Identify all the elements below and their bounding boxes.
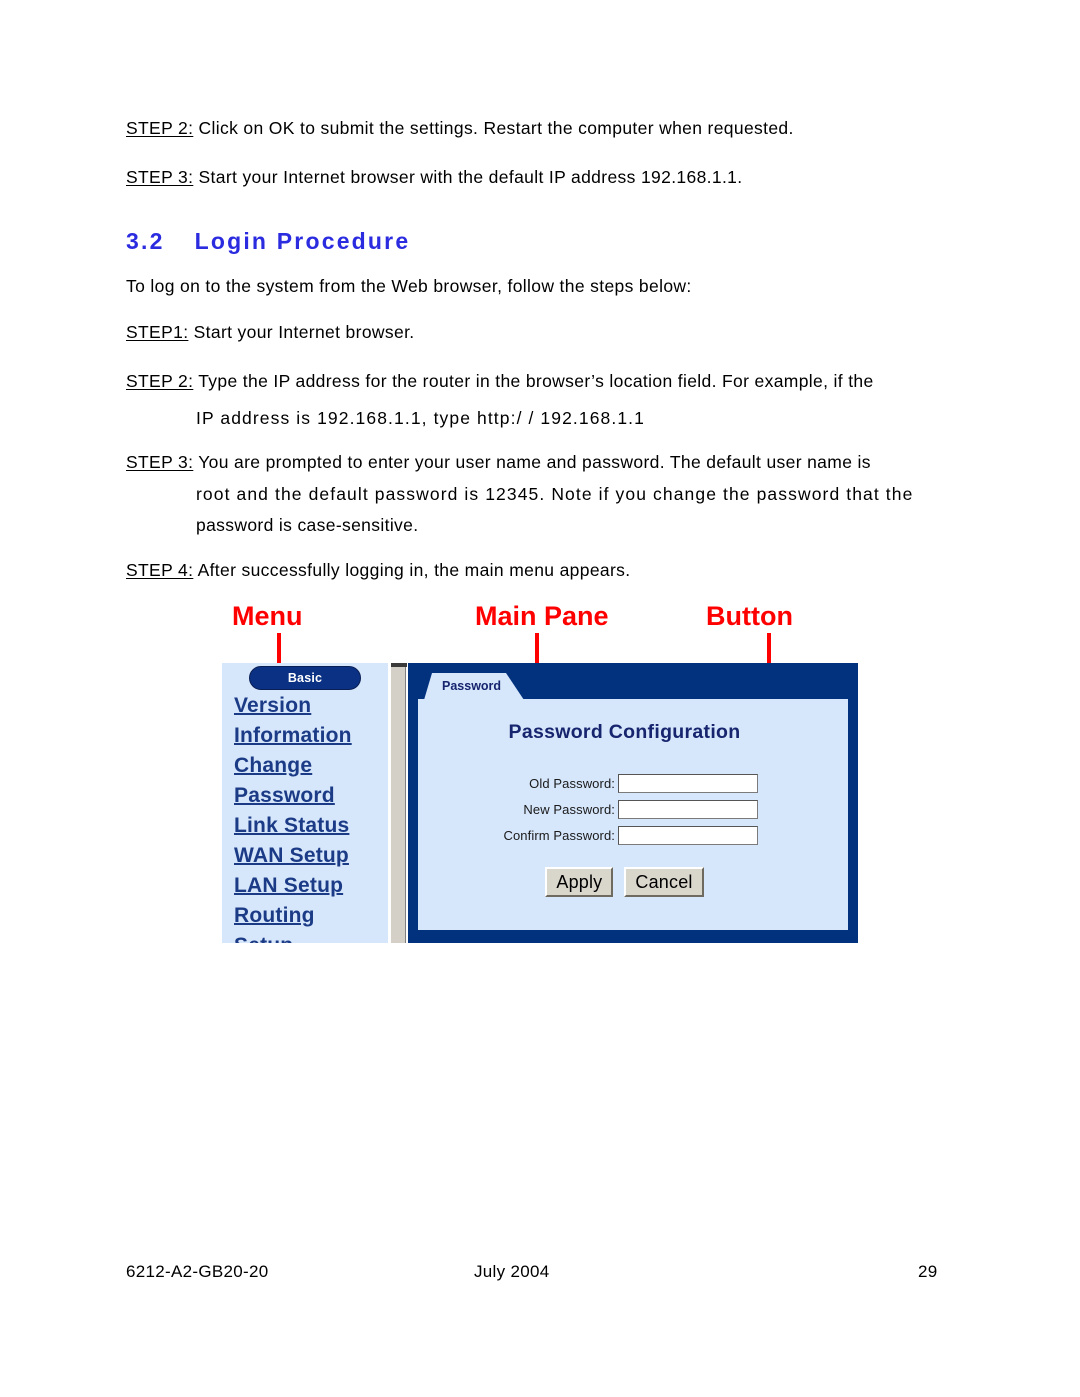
- step-3-line-3: password is case-sensitive.: [196, 515, 419, 535]
- tab-password[interactable]: Password: [424, 673, 524, 700]
- sidebar-item-link-status-line1: Link Status: [234, 814, 350, 837]
- footer-date: July 2004: [474, 1262, 550, 1281]
- new-password-field[interactable]: [618, 799, 758, 819]
- menu-sidebar: Basic Version Information Change Passwor…: [222, 663, 388, 943]
- step-3-line-1: You are prompted to enter your user name…: [198, 452, 871, 472]
- step-2-tag: STEP 2:: [126, 371, 194, 391]
- pane-title: Password Configuration: [508, 721, 741, 743]
- form-row-confirm-password: Confirm Password:: [418, 824, 831, 846]
- pre-step-3-text: Start your Internet browser with the def…: [198, 167, 743, 187]
- step-1: STEP1: Start your Internet browser.: [126, 322, 415, 344]
- step-4: STEP 4: After successfully logging in, t…: [126, 560, 631, 582]
- pre-step-3: STEP 3: Start your Internet browser with…: [126, 167, 742, 189]
- step-1-tag: STEP1:: [126, 322, 189, 342]
- sidebar-item-version-information[interactable]: Version Information: [234, 691, 388, 751]
- step-4-line-1: After successfully logging in, the main …: [197, 560, 631, 580]
- page-title: Login Procedure: [194, 228, 411, 254]
- section-heading: 3.2 Login Procedure: [126, 228, 410, 255]
- footer-document-number: 6212-A2-GB20-20: [126, 1262, 269, 1281]
- form-button-row: Apply Cancel: [418, 867, 831, 897]
- menu-list: Version Information Change Password Link…: [234, 691, 388, 943]
- sidebar-item-routing-setup-line2: Setup: [234, 931, 388, 943]
- step-3: STEP 3: You are prompted to enter your u…: [126, 452, 871, 474]
- step-3-line-2: root and the default password is 12345. …: [196, 484, 914, 504]
- sidebar-item-lan-setup-line1: LAN Setup: [234, 874, 344, 897]
- new-password-label: New Password:: [523, 801, 615, 817]
- tab-password-label: Password: [442, 679, 502, 693]
- annotation-main-pane-label: Main Pane: [475, 601, 609, 631]
- router-web-ui-screenshot: Basic Version Information Change Passwor…: [222, 663, 858, 943]
- basic-button[interactable]: Basic: [249, 666, 361, 690]
- old-password-label: Old Password:: [529, 775, 615, 791]
- pane-body: Password Configuration Old Password: New…: [418, 699, 848, 930]
- apply-button[interactable]: Apply: [545, 867, 614, 897]
- sidebar-item-routing-setup[interactable]: Routing Setup: [234, 901, 388, 943]
- confirm-password-label: Confirm Password:: [503, 827, 615, 843]
- annotation-menu-label: Menu: [232, 601, 303, 631]
- sidebar-item-version-information-line2: Information: [234, 724, 352, 747]
- annotation-menu-leader: [277, 633, 281, 663]
- password-form: Old Password: New Password: Confirm Pass…: [418, 772, 831, 850]
- intro-text: To log on to the system from the Web bro…: [126, 276, 692, 296]
- sidebar-item-link-status[interactable]: Link Status: [234, 811, 388, 841]
- sidebar-item-change-password[interactable]: Change Password: [234, 751, 388, 811]
- scrollbar-thumb[interactable]: [391, 663, 407, 667]
- step-3-tag: STEP 3:: [126, 452, 194, 472]
- vertical-scrollbar[interactable]: [390, 663, 407, 943]
- document-page: STEP 2: Click on OK to submit the settin…: [0, 0, 1080, 1397]
- cancel-button[interactable]: Cancel: [624, 867, 704, 897]
- sidebar-item-lan-setup[interactable]: LAN Setup: [234, 871, 388, 901]
- form-row-old-password: Old Password:: [418, 772, 831, 794]
- page-number: 29: [918, 1262, 938, 1281]
- sidebar-item-change-password-line1: Change: [234, 754, 313, 777]
- sidebar-item-wan-setup-line1: WAN Setup: [234, 844, 349, 867]
- pre-step-2: STEP 2: Click on OK to submit the settin…: [126, 118, 794, 140]
- sidebar-item-routing-setup-line1: Routing: [234, 904, 315, 927]
- sidebar-item-wan-setup[interactable]: WAN Setup: [234, 841, 388, 871]
- confirm-password-field[interactable]: [618, 825, 758, 845]
- sidebar-item-change-password-line2: Password: [234, 784, 335, 807]
- annotation-button-label: Button: [706, 601, 793, 631]
- step-4-tag: STEP 4:: [126, 560, 194, 580]
- step-2-line-2: IP address is 192.168.1.1, type http:/ /…: [196, 408, 645, 428]
- step-2-line-1: Type the IP address for the router in th…: [198, 371, 874, 391]
- form-row-new-password: New Password:: [418, 798, 831, 820]
- old-password-field[interactable]: [618, 773, 758, 793]
- pre-step-3-tag: STEP 3:: [126, 167, 194, 187]
- step-2: STEP 2: Type the IP address for the rout…: [126, 371, 874, 393]
- sidebar-item-version-information-line1: Version: [234, 694, 312, 717]
- section-number: 3.2: [126, 228, 165, 254]
- annotation-main-pane-leader: [535, 633, 539, 663]
- pre-step-2-text: Click on OK to submit the settings. Rest…: [198, 118, 794, 138]
- pre-step-2-tag: STEP 2:: [126, 118, 194, 138]
- main-pane: Password Password Configuration Old Pass…: [408, 663, 858, 943]
- step-1-line-1: Start your Internet browser.: [193, 322, 415, 342]
